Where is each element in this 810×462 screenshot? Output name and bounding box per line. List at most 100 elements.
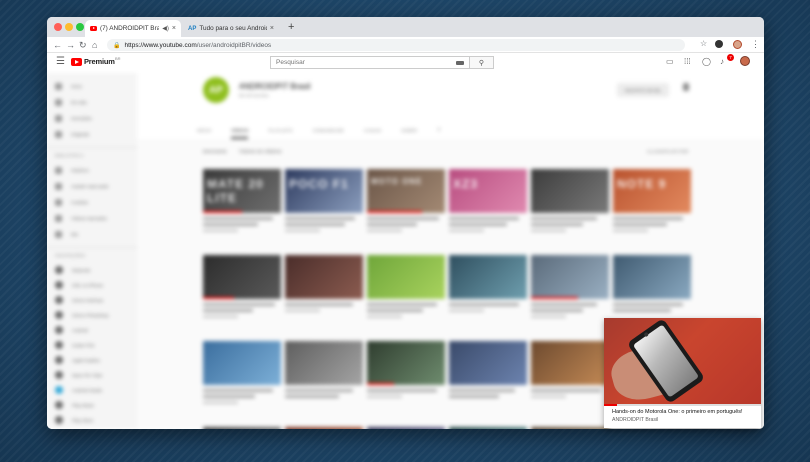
uploads-filter[interactable]: ENVIADOS [203, 149, 227, 154]
close-window-button[interactable] [54, 23, 62, 31]
video-thumbnail[interactable]: POCO F1 [285, 169, 363, 213]
sidebar-item-marked[interactable]: Vídeos marcados [55, 213, 107, 223]
new-tab-button[interactable]: + [288, 20, 294, 34]
tab-close-button[interactable]: × [270, 25, 274, 32]
notifications-bell-icon[interactable]: ♪ [720, 57, 724, 66]
subscribe-button[interactable]: INSCRITO 86 MIL [617, 83, 669, 97]
video-thumbnail[interactable] [203, 427, 281, 429]
sidebar-item-trending[interactable]: Em alta [55, 97, 87, 107]
back-button[interactable]: ← [53, 39, 62, 51]
apps-grid-icon[interactable]: ⁞⁞⁞ [684, 57, 691, 66]
all-videos-filter[interactable]: TODOS OS VÍDEOS [239, 149, 282, 154]
mini-player[interactable]: Hands-on do Motorola One: o primeiro em … [604, 318, 761, 428]
channel-avatar [55, 326, 63, 334]
clock-icon [55, 182, 62, 190]
channel-search-icon[interactable]: ⚲ [437, 121, 440, 139]
video-thumbnail[interactable] [285, 255, 363, 299]
tab-channels[interactable]: CANAIS [364, 121, 381, 139]
video-thumbnail[interactable] [367, 341, 445, 385]
sidebar-item-originals[interactable]: Originals [55, 129, 89, 139]
address-bar[interactable]: 🔒 https://www.youtube.com/user/androidpi… [107, 39, 685, 51]
video-thumbnail[interactable]: MATE 20 LITE [203, 169, 281, 213]
tab-home[interactable]: INÍCIO [197, 121, 211, 139]
url-text: https://www.youtube.com/user/androidpitB… [124, 41, 272, 49]
minimize-window-button[interactable] [65, 23, 73, 31]
video-thumbnail[interactable]: MOTO ONE [367, 169, 445, 213]
home-button[interactable]: ⌂ [92, 39, 97, 51]
video-thumbnail[interactable] [367, 255, 445, 299]
subscription-item[interactable]: Android [55, 325, 88, 335]
tab-youtube[interactable]: (7) ANDROIDPIT Brasil - Y ◀) × [85, 20, 181, 37]
tab-videos[interactable]: VÍDEOS [231, 121, 249, 139]
tab-community[interactable]: COMUNIDADE [313, 121, 344, 139]
subscription-item[interactable]: Guitar Pick [55, 340, 94, 350]
mini-player-channel[interactable]: ANDROIDPIT Brasil [612, 417, 658, 423]
video-thumbnail[interactable] [531, 341, 609, 385]
sort-button[interactable]: CLASSIFICAR POR [647, 149, 688, 154]
video-thumbnail[interactable]: NOTE 9 [613, 169, 691, 213]
video-thumbnail[interactable] [203, 255, 281, 299]
speaker-icon[interactable]: ◀) [162, 25, 169, 32]
tab-about[interactable]: SOBRE [401, 121, 417, 139]
subscription-item[interactable]: Play Music [55, 400, 94, 410]
subscription-item[interactable]: Gizmo Photoshop [55, 310, 109, 320]
mini-player-video[interactable] [604, 318, 761, 404]
youtube-brand[interactable]: Premium [84, 57, 115, 66]
filter-row: ENVIADOS TODOS OS VÍDEOS [203, 149, 282, 154]
sidebar-item-mix[interactable]: Mix [55, 229, 78, 239]
video-thumbnail[interactable] [531, 169, 609, 213]
user-avatar[interactable] [740, 56, 750, 66]
messages-icon[interactable]: ◯ [702, 57, 711, 66]
search-button[interactable]: ⚲ [469, 57, 493, 68]
subscription-item[interactable]: Android Studio [55, 385, 102, 395]
sidebar-item-watch-later[interactable]: Assistir mais tarde [55, 181, 109, 191]
channel-avatar [55, 341, 63, 349]
video-thumbnail[interactable] [203, 341, 281, 385]
video-thumbnail[interactable] [367, 427, 445, 429]
keyboard-icon[interactable] [456, 60, 464, 65]
tab-playlists[interactable]: PLAYLISTS [268, 121, 292, 139]
mix-icon [55, 230, 62, 238]
youtube-logo-icon[interactable] [71, 58, 82, 66]
tab-androidpit[interactable]: AP Tudo para o seu Android – And × [183, 20, 279, 37]
create-video-icon[interactable]: ▭ [666, 57, 674, 66]
video-thumbnail[interactable]: XZ3 [449, 169, 527, 213]
video-thumbnail[interactable] [449, 427, 527, 429]
video-thumbnail[interactable] [285, 427, 363, 429]
video-thumbnail[interactable] [449, 341, 527, 385]
video-thumbnail[interactable] [531, 427, 609, 429]
mini-player-title[interactable]: Hands-on do Motorola One: o primeiro em … [612, 409, 757, 415]
playlist-icon [55, 214, 62, 222]
profile-avatar[interactable] [733, 40, 742, 49]
browser-menu-button[interactable]: ⋮ [751, 38, 760, 50]
subscription-item[interactable]: Nano Pin Tube [55, 370, 102, 380]
subscription-item[interactable]: Nintendo [55, 265, 90, 275]
subscription-item[interactable]: Apple Explica [55, 355, 100, 365]
channel-avatar[interactable]: AP [203, 77, 229, 103]
extension-icon[interactable] [715, 40, 723, 48]
mini-player-progress[interactable] [604, 404, 761, 406]
bell-icon[interactable] [683, 83, 689, 91]
sidebar-item-history[interactable]: Histórico [55, 165, 89, 175]
bookmark-star-icon[interactable]: ☆ [700, 39, 707, 48]
maximize-window-button[interactable] [76, 23, 84, 31]
sidebar-item-subscriptions[interactable]: Inscrições [55, 113, 92, 123]
tab-close-button[interactable]: × [172, 25, 176, 32]
sidebar-item-liked[interactable]: Curtidos [55, 197, 88, 207]
subscription-item[interactable]: GRL no iPhone [55, 280, 103, 290]
sidebar-item-home[interactable]: Início [55, 81, 82, 91]
subscriptions-heading: INSCRIÇÕES [55, 253, 86, 258]
hamburger-menu-icon[interactable]: ☰ [56, 56, 65, 67]
subscription-item[interactable]: Play Store [55, 415, 93, 425]
forward-button[interactable]: → [66, 39, 75, 51]
history-icon [55, 166, 62, 174]
search-input[interactable] [271, 57, 456, 68]
video-thumbnail[interactable] [613, 255, 691, 299]
subscription-item[interactable]: Gizmo Notícias [55, 295, 103, 305]
video-thumbnail[interactable] [285, 341, 363, 385]
tab-title: (7) ANDROIDPIT Brasil - Y [100, 25, 160, 32]
tab-title: Tudo para o seu Android – And [199, 25, 267, 32]
video-thumbnail[interactable] [531, 255, 609, 299]
reload-button[interactable]: ↻ [79, 39, 87, 51]
video-thumbnail[interactable] [449, 255, 527, 299]
